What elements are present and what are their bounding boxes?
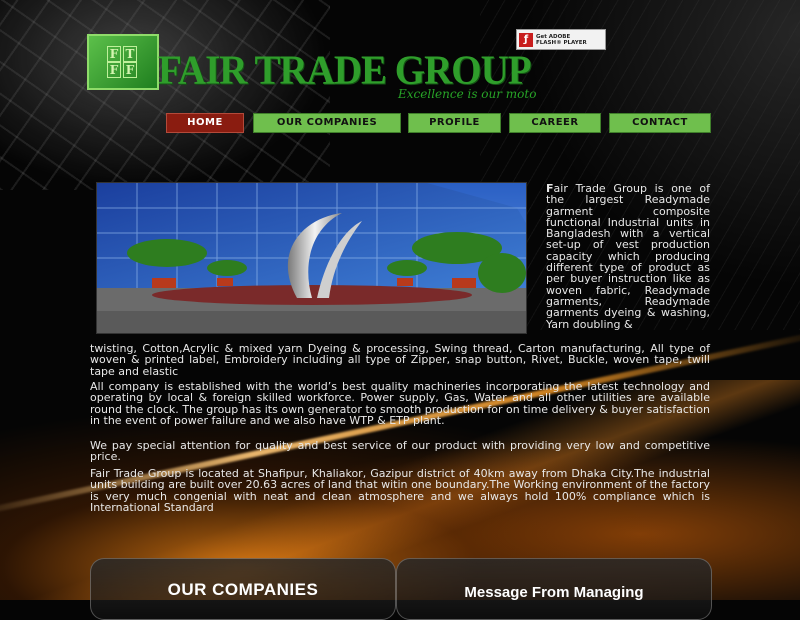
location-paragraph: Fair Trade Group is located at Shafipur,… xyxy=(90,467,710,514)
machinery-paragraph: All company is established with the worl… xyxy=(90,380,710,427)
our-companies-heading[interactable]: OUR COMPANIES xyxy=(91,580,395,600)
logo-letter: F xyxy=(107,62,121,78)
managing-message-panel: Message From Managing xyxy=(396,558,712,620)
background-grid-pattern xyxy=(0,0,330,190)
get-flash-player-badge[interactable]: ƒ Get ADOBE FLASH® PLAYER xyxy=(516,29,606,50)
intro-paragraph-continued: twisting, Cotton,Acrylic & mixed yarn Dy… xyxy=(90,342,710,378)
nav-career[interactable]: CAREER xyxy=(509,113,601,133)
nav-profile[interactable]: PROFILE xyxy=(408,113,501,133)
logo-letter: F xyxy=(123,62,137,78)
intro-paragraph-right: Fair Trade Group is one of the largest R… xyxy=(546,183,710,330)
managing-message-heading[interactable]: Message From Managing xyxy=(397,584,711,601)
site-tagline: Excellence is our moto xyxy=(398,87,537,101)
factory-photo xyxy=(96,182,527,334)
nav-home[interactable]: HOME xyxy=(166,113,244,133)
our-companies-panel: OUR COMPANIES xyxy=(90,558,396,620)
nav-our-companies[interactable]: OUR COMPANIES xyxy=(253,113,401,133)
ftf-logo-icon[interactable]: F T F F xyxy=(87,34,159,90)
logo-letter: T xyxy=(123,46,137,62)
intro-text: air Trade Group is one of the largest Re… xyxy=(546,182,710,331)
logo-letter: F xyxy=(107,46,121,62)
nav-contact[interactable]: CONTACT xyxy=(609,113,711,133)
flash-player-icon: ƒ xyxy=(519,32,533,47)
quality-paragraph: We pay special attention for quality and… xyxy=(90,439,710,464)
flash-badge-text: Get ADOBE FLASH® PLAYER xyxy=(536,33,587,46)
